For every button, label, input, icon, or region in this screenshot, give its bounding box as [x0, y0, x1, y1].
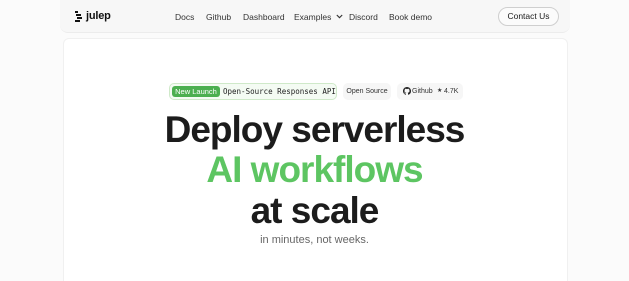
nav-book-demo-link[interactable]: Book demo: [389, 11, 432, 23]
github-label: Github: [412, 88, 433, 95]
chevron-down-icon: [336, 14, 343, 19]
contact-us-button[interactable]: Contact Us: [498, 7, 559, 26]
badge-row: New Launch Open-Source Responses API Ope…: [0, 83, 629, 100]
hero-headline-line3: at scale: [250, 190, 380, 231]
open-source-badge[interactable]: Open Source: [343, 83, 391, 100]
github-stars-badge[interactable]: Github ★ 4.7K: [397, 83, 463, 100]
new-launch-tag: New Launch: [172, 86, 220, 97]
hero-headline-line1: Deploy serverless: [164, 109, 466, 150]
new-launch-announcement[interactable]: New Launch Open-Source Responses API: [169, 83, 337, 100]
github-icon: [403, 87, 411, 95]
hero-headline-line2: AI workflows: [206, 149, 423, 190]
nav-github-link[interactable]: Github: [206, 11, 231, 23]
star-icon: ★: [437, 88, 443, 94]
hero-subtitle: in minutes, not weeks.: [260, 234, 369, 246]
github-star-count: 4.7K: [444, 88, 459, 95]
nav-docs-link[interactable]: Docs: [175, 11, 194, 23]
launch-announcement-text: Open-Source Responses API: [223, 87, 336, 96]
nav-examples-label: Examples: [294, 12, 332, 22]
nav-discord-link[interactable]: Discord: [349, 11, 378, 23]
nav-examples-dropdown[interactable]: Examples: [294, 11, 343, 23]
nav-dashboard-link[interactable]: Dashboard: [243, 11, 285, 23]
